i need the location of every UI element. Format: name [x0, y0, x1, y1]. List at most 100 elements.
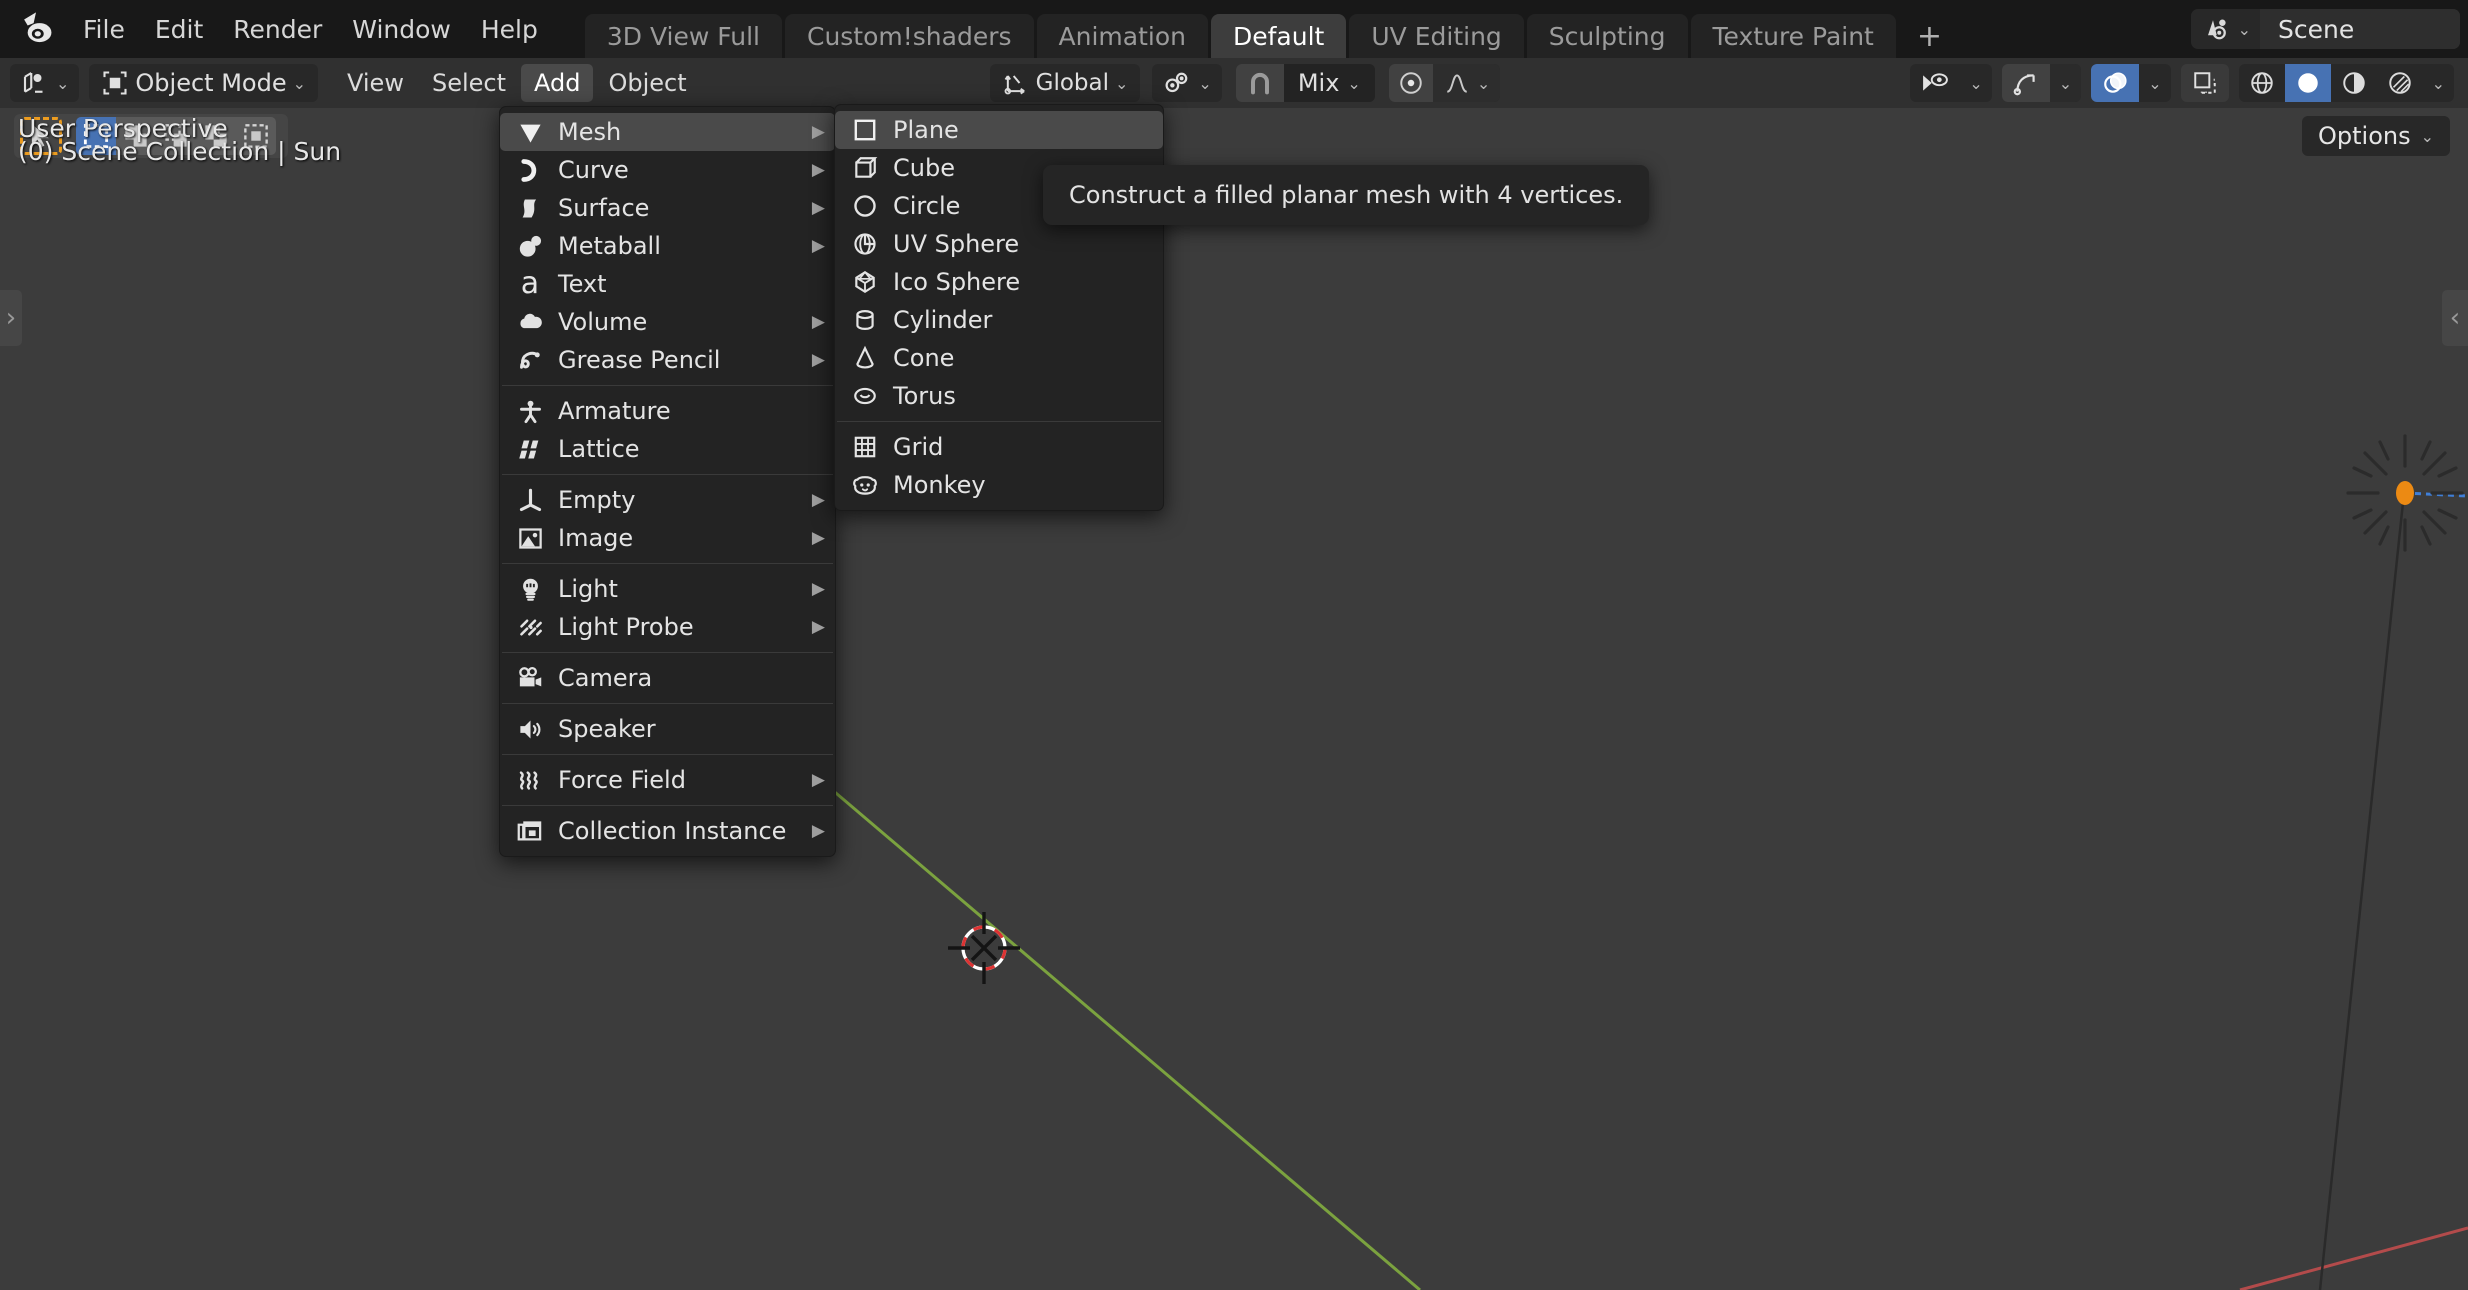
tooltip-plane: Construct a filled planar mesh with 4 ve… [1043, 165, 1650, 225]
chevron-left-icon: ‹ [2449, 303, 2461, 333]
add-menu-item-lattice[interactable]: Lattice [500, 430, 835, 468]
overlays-icon[interactable] [2091, 64, 2140, 102]
toolbar-toggle-left[interactable]: › [0, 290, 22, 346]
add-menu-item-empty[interactable]: Empty ▶ [500, 481, 835, 519]
proportional-edit-icon[interactable] [1388, 64, 1433, 102]
gizmo-icon[interactable] [2001, 64, 2050, 102]
viewport-scene [829, 491, 2468, 1290]
snap-mode-label: Mix [1297, 69, 1340, 97]
scene-browse-icon[interactable]: ⌄ [2191, 9, 2260, 49]
scene-name-field[interactable]: Scene [2260, 9, 2460, 49]
add-workspace-button[interactable]: + [1899, 14, 1960, 58]
mesh-submenu-item-torus[interactable]: Torus [835, 377, 1163, 415]
workspace-tab-3d-view-full[interactable]: 3D View Full [584, 14, 782, 58]
viewport-menu-view[interactable]: View [334, 64, 417, 102]
add-menu-label: Volume [558, 308, 648, 336]
scene-selector[interactable]: ⌄ Scene [2190, 9, 2460, 49]
viewport-options-button[interactable]: Options ⌄ [2301, 116, 2450, 156]
add-menu-label: Mesh [558, 118, 622, 146]
gizmo-dropdown[interactable]: ⌄ [2049, 64, 2082, 102]
viewport-menu-add[interactable]: Add [521, 64, 594, 102]
workspace-tabs: 3D View Full Custom!shaders Animation De… [584, 0, 1963, 58]
transform-orientation-selector[interactable]: Global ⌄ [989, 64, 1141, 102]
xray-toggle-icon[interactable] [2181, 64, 2229, 102]
falloff-smooth-icon[interactable]: ⌄ [1432, 64, 1501, 102]
submenu-arrow-icon: ▶ [811, 528, 825, 548]
add-menu-item-mesh[interactable]: Mesh ▶ [500, 113, 835, 151]
viewport-menu-select[interactable]: Select [419, 64, 519, 102]
add-menu-label: Light [558, 575, 618, 603]
mesh-submenu-item-cone[interactable]: Cone [835, 339, 1163, 377]
x-axis-line [2239, 1226, 2468, 1290]
add-menu-item-speaker[interactable]: Speaker [500, 710, 835, 748]
add-menu-item-image[interactable]: Image ▶ [500, 519, 835, 557]
mesh-submenu-item-grid[interactable]: Grid [835, 428, 1163, 466]
add-menu-item-text[interactable]: a Text [500, 265, 835, 303]
options-label: Options [2317, 122, 2411, 150]
mesh-submenu-item-plane[interactable]: Plane [835, 111, 1163, 149]
magnet-icon[interactable] [1235, 64, 1284, 102]
object-mode-selector[interactable]: Object Mode ⌄ [89, 64, 318, 102]
object-visibility-group: ⌄ [1910, 64, 1992, 102]
shading-rendered-icon[interactable] [2377, 64, 2423, 102]
surface-data-icon [510, 193, 550, 223]
mesh-plane-icon [845, 115, 885, 145]
add-menu-item-armature[interactable]: Armature [500, 392, 835, 430]
menu-render[interactable]: Render [218, 11, 337, 48]
mesh-icosphere-icon [845, 267, 885, 297]
add-menu-item-surface[interactable]: Surface ▶ [500, 189, 835, 227]
workspace-tab-animation[interactable]: Animation [1036, 14, 1208, 58]
menu-separator [502, 652, 833, 653]
volume-data-icon [510, 307, 550, 337]
sun-light-gizmo[interactable] [2330, 418, 2468, 568]
add-menu-item-curve[interactable]: Curve ▶ [500, 151, 835, 189]
menu-separator [502, 474, 833, 475]
add-menu-item-grease-pencil[interactable]: Grease Pencil ▶ [500, 341, 835, 379]
shading-dropdown[interactable]: ⌄ [2423, 64, 2454, 102]
sidebar-toggle-right[interactable]: ‹ [2442, 290, 2468, 346]
workspace-tab-default[interactable]: Default [1211, 14, 1347, 58]
menu-edit[interactable]: Edit [140, 11, 218, 48]
add-menu-item-collection-instance[interactable]: Collection Instance ▶ [500, 812, 835, 850]
snap-mode-selector[interactable]: Mix ⌄ [1283, 64, 1375, 102]
transform-orientation-label: Global [1035, 70, 1110, 96]
menu-separator [502, 703, 833, 704]
lattice-data-icon [510, 434, 550, 464]
mesh-submenu-item-cylinder[interactable]: Cylinder [835, 301, 1163, 339]
workspace-tab-texture-paint[interactable]: Texture Paint [1690, 14, 1896, 58]
overlays-dropdown[interactable]: ⌄ [2139, 64, 2170, 102]
object-visibility-icon[interactable] [1910, 64, 1960, 102]
object-visibility-dropdown[interactable]: ⌄ [1960, 64, 1991, 102]
add-menu-item-metaball[interactable]: Metaball ▶ [500, 227, 835, 265]
menu-help[interactable]: Help [466, 11, 553, 48]
submenu-arrow-icon: ▶ [811, 350, 825, 370]
blender-logo-icon[interactable] [14, 7, 58, 51]
mesh-submenu-item-ico-sphere[interactable]: Ico Sphere [835, 263, 1163, 301]
mesh-submenu-label: Plane [893, 116, 959, 144]
workspace-tab-uv-editing[interactable]: UV Editing [1349, 14, 1524, 58]
add-menu-item-camera[interactable]: Camera [500, 659, 835, 697]
pivot-point-selector[interactable]: ⌄ [1152, 64, 1222, 102]
xray-group [2180, 64, 2229, 102]
editor-type-3dview-icon[interactable]: ⌄ [10, 64, 80, 102]
menu-window[interactable]: Window [337, 11, 466, 48]
empty-axis-icon [510, 485, 550, 515]
viewport-menu-object[interactable]: Object [595, 64, 699, 102]
workspace-tab-custom-shaders[interactable]: Custom!shaders [784, 14, 1034, 58]
font-data-icon: a [520, 266, 540, 301]
mesh-submenu-item-monkey[interactable]: Monkey [835, 466, 1163, 504]
add-menu-item-light-probe[interactable]: Light Probe ▶ [500, 608, 835, 646]
shading-material-preview-icon[interactable] [2331, 64, 2377, 102]
add-menu-label: Collection Instance [558, 817, 787, 845]
mesh-submenu-item-uv-sphere[interactable]: UV Sphere [835, 225, 1163, 263]
shading-wireframe-icon[interactable] [2239, 64, 2285, 102]
workspace-tab-sculpting[interactable]: Sculpting [1526, 14, 1688, 58]
menu-file[interactable]: File [68, 11, 140, 48]
add-menu-item-volume[interactable]: Volume ▶ [500, 303, 835, 341]
proportional-edit-group: ⌄ [1388, 64, 1501, 102]
add-menu-item-light[interactable]: Light ▶ [500, 570, 835, 608]
add-menu[interactable]: Mesh ▶ Curve ▶ Surface ▶ Metaball ▶ a Te… [499, 106, 836, 857]
add-menu-item-force-field[interactable]: Force Field ▶ [500, 761, 835, 799]
viewport-3d[interactable]: Options ⌄ User Perspective (0) Scene Col… [0, 108, 2468, 1290]
shading-solid-icon[interactable] [2284, 64, 2331, 102]
